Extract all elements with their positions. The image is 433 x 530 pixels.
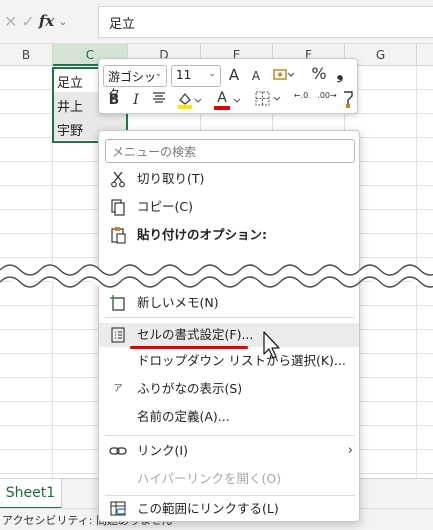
menu-separator xyxy=(105,435,355,436)
enter-icon[interactable]: ✓ xyxy=(21,12,34,31)
grow-font-button[interactable]: A xyxy=(226,66,242,84)
chevron-down-icon: ⌄ xyxy=(154,69,162,79)
menu-item-label: 切り取り(T) xyxy=(137,171,205,186)
align-center-button[interactable] xyxy=(151,91,167,110)
fill-color-button[interactable] xyxy=(176,90,202,115)
menu-separator xyxy=(105,495,355,496)
menu-item-link[interactable]: リンク(I) › xyxy=(99,439,359,463)
font-size-select[interactable]: 11 ⌄ xyxy=(171,65,221,87)
font-color-button[interactable]: A xyxy=(213,89,243,116)
menu-item-format-cells[interactable]: セルの書式設定(F)... xyxy=(99,323,359,347)
scissors-icon xyxy=(109,170,127,188)
decrease-decimal-button[interactable]: .00→ xyxy=(315,92,339,100)
submenu-arrow-icon: › xyxy=(347,443,353,458)
format-cells-icon xyxy=(109,326,127,344)
menu-item-label: 名前の定義(A)... xyxy=(137,409,230,424)
column-header-b[interactable]: B xyxy=(0,44,53,66)
formula-expand-icon[interactable]: ⌄ xyxy=(58,15,67,28)
borders-button[interactable] xyxy=(254,90,284,113)
menu-item-pick-from-list[interactable]: ドロップダウン リストから選択(K)... xyxy=(99,349,359,373)
menu-item-label: ハイパーリンクを開く(O) xyxy=(137,471,282,486)
format-painter-icon xyxy=(344,91,353,108)
formula-input[interactable]: 足立 xyxy=(98,6,433,38)
percent-style-button[interactable]: % xyxy=(310,65,328,83)
bold-button[interactable]: B xyxy=(107,91,121,109)
menu-item-label: コピー(C) xyxy=(137,199,193,214)
menu-item-cut[interactable]: 切り取り(T) xyxy=(99,167,359,191)
formula-bar-tools: ✕ ✓ fx ⌄ xyxy=(4,8,92,34)
menu-item-define-name[interactable]: 名前の定義(A)... xyxy=(99,405,359,429)
italic-button[interactable]: I xyxy=(130,91,142,109)
torn-edge-divider xyxy=(0,264,433,288)
mouse-cursor-icon xyxy=(263,331,280,359)
menu-item-label: 貼り付けのオプション: xyxy=(137,227,267,242)
number-format-button[interactable] xyxy=(271,66,295,89)
menu-search-input[interactable]: メニューの検索 xyxy=(105,139,355,163)
menu-item-label: リンク(I) xyxy=(137,443,188,458)
menu-item-label: この範囲にリンクする(L) xyxy=(137,501,279,516)
menu-item-label: ドロップダウン リストから選択(K)... xyxy=(137,353,346,368)
menu-item-paste-options: 貼り付けのオプション: xyxy=(99,223,359,247)
menu-item-copy[interactable]: コピー(C) xyxy=(99,195,359,219)
fill-color-icon xyxy=(178,93,202,109)
menu-item-open-hyperlink: ハイパーリンクを開く(O) xyxy=(99,467,359,491)
menu-item-show-phonetic[interactable]: ア ふりがなの表示(S) xyxy=(99,377,359,401)
borders-icon xyxy=(255,91,281,106)
sheet-tab[interactable]: Sheet1 xyxy=(0,479,62,509)
link-icon xyxy=(109,442,127,460)
format-painter-button[interactable] xyxy=(341,89,357,114)
shrink-font-button[interactable]: A xyxy=(249,67,263,85)
comma-style-button[interactable]: ❟ xyxy=(334,65,346,83)
paste-icon xyxy=(109,226,127,244)
mini-toolbar: 游ゴシック ⌄ 11 ⌄ A A % ❟ B I A ←.0 .00→ xyxy=(98,58,358,114)
link-range-icon xyxy=(109,500,127,518)
highlight-underline xyxy=(130,346,248,349)
menu-item-link-to-range[interactable]: この範囲にリンクする(L) xyxy=(99,497,359,521)
chevron-down-icon: ⌄ xyxy=(208,69,216,79)
context-menu: メニューの検索 切り取り(T) コピー(C) 貼り付けのオプション: 新しいメモ… xyxy=(98,130,360,522)
excel-window: ✕ ✓ fx ⌄ 足立 B C D E F G 足立 井上 宇野 Sheet1 … xyxy=(0,0,433,530)
menu-separator xyxy=(105,317,355,318)
menu-item-label: ふりがなの表示(S) xyxy=(137,381,243,396)
increase-decimal-button[interactable]: ←.0 xyxy=(289,92,313,100)
font-color-letter: A xyxy=(217,90,227,106)
font-name-select[interactable]: 游ゴシック ⌄ xyxy=(103,65,167,101)
formula-bar: ✕ ✓ fx ⌄ 足立 xyxy=(0,0,433,44)
copy-icon xyxy=(109,198,127,216)
cancel-icon[interactable]: ✕ xyxy=(4,12,17,31)
currency-format-icon xyxy=(273,69,295,80)
insert-function-button[interactable]: fx xyxy=(39,12,54,30)
phonetic-icon: ア xyxy=(113,384,123,394)
menu-item-label: セルの書式設定(F)... xyxy=(137,327,254,342)
font-size-value: 11 xyxy=(176,68,192,82)
column-header-h[interactable] xyxy=(417,44,433,66)
align-center-icon xyxy=(153,92,165,103)
